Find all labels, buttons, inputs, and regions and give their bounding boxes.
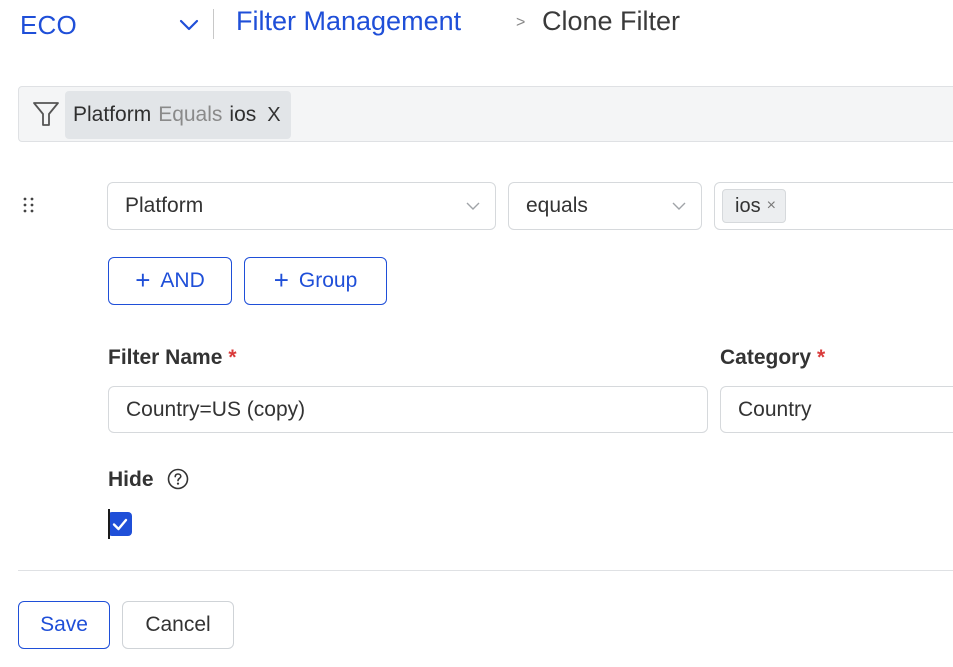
- cancel-button[interactable]: Cancel: [122, 601, 234, 649]
- chevron-down-icon: [466, 202, 480, 210]
- required-marker: *: [817, 346, 826, 369]
- filter-name-label-text: Filter Name: [108, 346, 223, 369]
- category-label: Category *: [720, 346, 825, 370]
- section-divider: [18, 570, 953, 571]
- funnel-icon: [33, 102, 59, 126]
- help-circle-icon[interactable]: [167, 468, 189, 490]
- condition-operator-value: equals: [526, 194, 588, 217]
- add-and-button[interactable]: + AND: [108, 257, 232, 305]
- hide-label: Hide: [108, 468, 154, 491]
- checkmark-icon: [112, 518, 128, 531]
- chip-field: Platform: [73, 103, 152, 126]
- drag-handle-icon[interactable]: [22, 196, 36, 214]
- plus-icon: +: [273, 265, 289, 295]
- page-title: Clone Filter: [542, 6, 681, 36]
- close-icon[interactable]: X: [267, 104, 280, 127]
- chevron-down-icon: [672, 202, 686, 210]
- close-icon[interactable]: ×: [767, 197, 776, 215]
- hide-checkbox[interactable]: [108, 512, 132, 536]
- filter-summary-bar: Platform Equals ios X: [18, 86, 953, 142]
- header-divider: [213, 9, 214, 39]
- filter-name-label: Filter Name *: [108, 346, 237, 370]
- condition-value-input[interactable]: ios ×: [714, 182, 953, 230]
- value-tag: ios ×: [722, 189, 786, 223]
- filter-summary-chip: Platform Equals ios X: [65, 91, 291, 139]
- required-marker: *: [228, 346, 237, 369]
- app-name: ECO: [20, 9, 77, 40]
- category-field[interactable]: Country: [720, 386, 953, 433]
- category-label-text: Category: [720, 346, 812, 369]
- chevron-down-icon[interactable]: [178, 14, 200, 36]
- chip-value: ios: [229, 103, 257, 126]
- add-group-label: Group: [298, 269, 358, 292]
- add-and-label: AND: [160, 269, 205, 292]
- app-switcher[interactable]: ECO: [20, 8, 200, 42]
- condition-field-select[interactable]: Platform: [107, 182, 496, 230]
- condition-field-value: Platform: [125, 194, 204, 217]
- add-group-button[interactable]: + Group: [244, 257, 387, 305]
- breadcrumb-separator: >: [516, 14, 526, 31]
- plus-icon: +: [135, 265, 151, 295]
- breadcrumb-filter-management[interactable]: Filter Management: [236, 6, 461, 37]
- value-tag-label: ios: [735, 194, 761, 217]
- condition-operator-select[interactable]: equals: [508, 182, 702, 230]
- filter-name-field[interactable]: Country=US (copy): [108, 386, 708, 433]
- text-cursor: [108, 509, 110, 539]
- chip-operator: Equals: [158, 103, 223, 126]
- save-button[interactable]: Save: [18, 601, 110, 649]
